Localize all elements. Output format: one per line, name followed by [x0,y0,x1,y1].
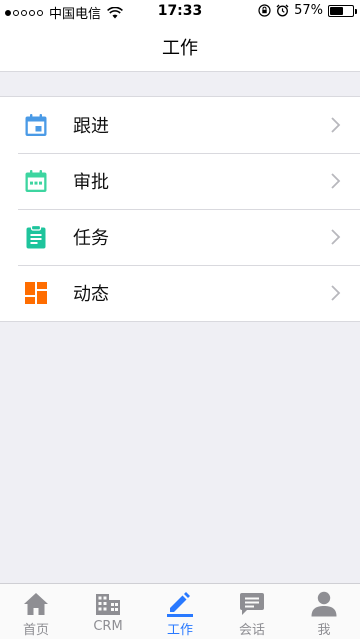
chevron-right-icon [331,285,341,301]
home-icon [23,591,49,617]
tab-bar: 首页 CRM 工作 会话 我 [0,583,360,639]
tab-label: CRM [93,619,123,634]
clipboard-icon [24,225,48,249]
dashboard-icon [24,281,48,305]
page-title: 工作 [162,37,198,59]
battery-icon [328,4,357,17]
person-icon [311,591,337,617]
chat-icon [239,591,265,617]
tab-work[interactable]: 工作 [144,584,216,639]
nav-bar: 工作 [0,22,360,72]
chevron-right-icon [331,173,341,189]
menu-item-label: 审批 [73,172,109,193]
menu-item-follow-up[interactable]: 跟进 [0,97,360,153]
edit-icon [167,591,193,617]
status-right: 57% [258,3,357,18]
menu-item-label: 跟进 [73,116,109,137]
tab-chat[interactable]: 会话 [216,584,288,639]
tab-label: 工作 [166,623,193,638]
rotation-lock-icon [258,4,271,17]
tab-label: 我 [317,623,331,638]
menu-item-approval[interactable]: 审批 [0,153,360,209]
chevron-right-icon [331,117,341,133]
tab-home[interactable]: 首页 [0,584,72,639]
status-bar: 中国电信 17:33 57% [0,0,360,22]
menu-item-task[interactable]: 任务 [0,209,360,265]
tab-label: 首页 [22,623,49,638]
chevron-right-icon [331,229,341,245]
work-menu: 跟进 审批 任务 动态 [0,96,360,322]
tab-label: 会话 [238,623,265,638]
menu-item-label: 动态 [73,284,109,305]
menu-item-activity[interactable]: 动态 [0,265,360,321]
calendar-dots-icon [24,169,48,193]
tab-me[interactable]: 我 [288,584,360,639]
calendar-icon [24,113,48,137]
tab-crm[interactable]: CRM [72,584,144,639]
battery-level [330,6,343,15]
alarm-icon [276,4,289,17]
building-icon [95,591,121,617]
battery-percent: 57% [294,3,323,18]
menu-item-label: 任务 [73,228,109,249]
